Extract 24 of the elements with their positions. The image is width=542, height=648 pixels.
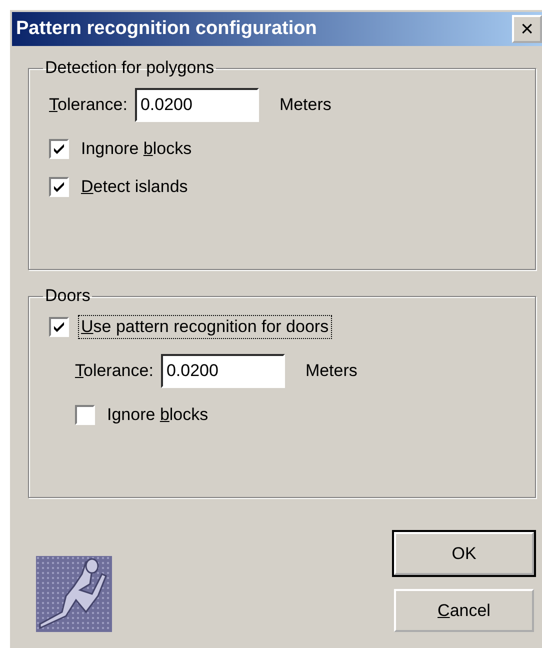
checkbox-label[interactable]: Ingnore blocks	[79, 138, 194, 160]
checkbox-label[interactable]: Detect islands	[79, 176, 190, 198]
field-label: Tolerance:	[49, 95, 128, 115]
group-title: Detection for polygons	[44, 58, 216, 78]
dialog-button[interactable]: OK	[394, 532, 534, 575]
check-icon	[52, 142, 66, 156]
group-title: Doors	[44, 286, 92, 306]
window-title: Pattern recognition configuration	[16, 18, 317, 40]
checkbox[interactable]	[49, 177, 69, 197]
checkbox-label[interactable]: Ignore blocks	[105, 404, 210, 426]
unit-label: Meters	[279, 95, 332, 115]
check-icon	[52, 180, 66, 194]
checkbox-label[interactable]: Use pattern recognition for doors	[79, 316, 331, 338]
checkbox[interactable]	[49, 317, 69, 337]
check-icon	[52, 320, 66, 334]
dialog-button[interactable]: Cancel	[394, 589, 534, 632]
logo-icon	[36, 556, 112, 632]
field-label: Tolerance:	[75, 361, 154, 381]
tolerance-field[interactable]: 0.0200	[135, 88, 260, 122]
close-button[interactable]: ×	[512, 15, 542, 43]
tolerance-field[interactable]: 0.0200	[161, 354, 286, 388]
unit-label: Meters	[305, 361, 358, 381]
checkbox[interactable]	[49, 139, 69, 159]
checkbox[interactable]	[75, 405, 95, 425]
